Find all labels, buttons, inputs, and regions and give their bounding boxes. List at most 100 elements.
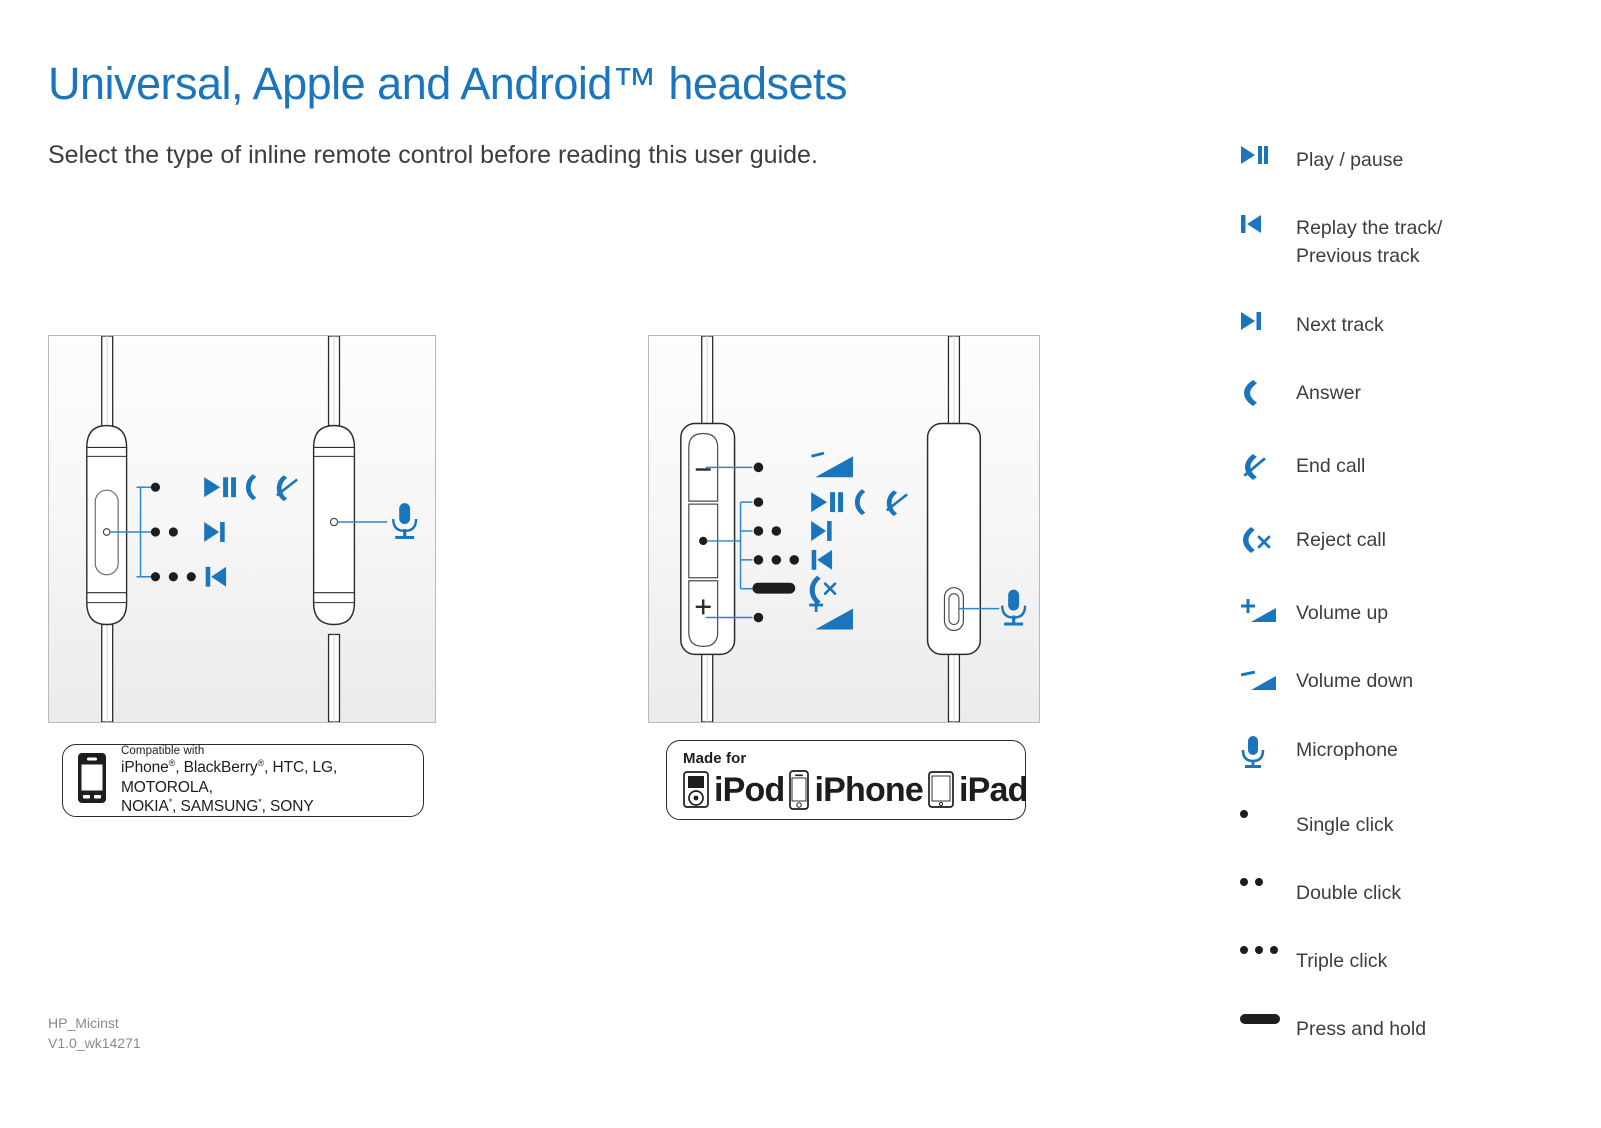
apple-gesture-markers — [752, 462, 800, 623]
previous-track-icon — [1240, 213, 1296, 235]
answer-call-icon — [1240, 378, 1296, 408]
legend-label: Double click — [1296, 882, 1402, 904]
made-for-kicker: Made for — [683, 750, 747, 768]
triple-click-icon — [1240, 946, 1296, 954]
compatibility-text: Compatible with iPhone®, BlackBerry®, HT… — [121, 744, 409, 817]
microphone-icon — [1000, 589, 1027, 626]
made-for-text: Made for iPod iPhone iPad — [683, 750, 1028, 810]
universal-mic-module — [312, 424, 356, 626]
universal-remote-diagram — [48, 335, 436, 723]
legend-item-answer: Answer — [1240, 378, 1361, 408]
end-call-icon — [885, 490, 908, 517]
legend-item-next-track: Next track — [1240, 310, 1384, 339]
press-and-hold-icon — [1240, 1014, 1296, 1024]
legend-item-volume-up: Volume up — [1240, 598, 1388, 627]
compat-brand-sony: , SONY — [261, 798, 314, 816]
legend-item-triple-click: Triple click — [1240, 946, 1387, 975]
answer-call-icon — [854, 489, 866, 516]
legend-label: Answer — [1296, 382, 1362, 404]
apple-control-module — [680, 422, 736, 656]
page-subtitle: Select the type of inline remote control… — [48, 141, 818, 169]
legend-label: Next track — [1296, 314, 1384, 336]
made-for-device-row: iPod iPhone iPad — [683, 770, 1028, 810]
universal-remote-illustration — [86, 336, 418, 722]
single-click-icon — [1240, 810, 1296, 818]
single-click-icon — [753, 462, 764, 473]
legend-item-previous-track: Replay the track/ Previous track — [1240, 213, 1442, 271]
legend-label: Reject call — [1296, 529, 1386, 551]
volume-up-icon — [1240, 598, 1296, 626]
legend-label: Volume up — [1296, 602, 1389, 624]
apple-mic-module — [926, 422, 982, 656]
microphone-icon — [1240, 735, 1296, 769]
document-footer: HP_Micinst V1.0_wk14271 — [48, 1015, 141, 1052]
compatibility-line-1: iPhone®, BlackBerry®, HTC, LG, MOTOROLA, — [121, 758, 409, 797]
play-pause-icon — [811, 492, 844, 513]
reject-call-icon — [809, 575, 837, 605]
legend-label: End call — [1296, 455, 1366, 477]
previous-track-icon — [811, 549, 833, 570]
volume-down-icon — [811, 451, 853, 478]
made-for-apple-badge: Made for iPod iPhone iPad — [666, 740, 1028, 820]
press-and-hold-icon — [752, 582, 796, 594]
apple-action-icons — [809, 451, 908, 630]
universal-mic-hole — [329, 517, 339, 527]
double-click-icon — [1240, 878, 1296, 886]
legend-item-microphone: Microphone — [1240, 735, 1398, 769]
compatibility-badge: Compatible with iPhone®, BlackBerry®, HT… — [62, 744, 424, 817]
next-track-icon — [1240, 310, 1296, 332]
play-pause-icon — [1240, 145, 1296, 165]
apple-center-anchor — [699, 536, 708, 546]
microphone-icon — [392, 503, 418, 539]
universal-row1-icons — [204, 474, 298, 502]
next-track-icon — [811, 521, 832, 541]
legend-item-play-pause: Play / pause — [1240, 145, 1403, 174]
compat-brand-iphone: iPhone — [121, 759, 169, 777]
previous-track-icon — [205, 566, 227, 587]
minus-glyph — [695, 468, 711, 471]
click-dot — [1270, 946, 1278, 954]
legend-label: Triple click — [1296, 950, 1388, 972]
click-dot — [1255, 878, 1263, 886]
click-dot — [1240, 878, 1248, 886]
ipod-label: iPod — [714, 770, 785, 809]
ipod-icon — [683, 771, 709, 809]
reject-call-icon — [1240, 525, 1296, 555]
click-dot — [1240, 810, 1248, 818]
compat-brand-nokia: NOKIA — [121, 798, 169, 816]
iphone-icon — [789, 770, 810, 810]
single-click-icon — [753, 497, 764, 507]
page-root: Universal, Apple and Android™ headsets S… — [0, 0, 1601, 1128]
compat-brand-samsung: , SAMSUNG — [172, 798, 259, 816]
answer-call-icon — [245, 474, 257, 501]
hold-bar — [1240, 1014, 1280, 1024]
legend-label: Volume down — [1296, 670, 1414, 692]
apple-remote-diagram — [648, 335, 1040, 723]
legend-label: Replay the track/ Previous track — [1296, 217, 1443, 268]
volume-down-icon — [1240, 666, 1296, 694]
legend-item-press-and-hold: Press and hold — [1240, 1014, 1426, 1043]
apple-mic-port-inner — [948, 593, 960, 626]
mobile-phone-icon — [77, 752, 107, 809]
legend-label: Press and hold — [1296, 1018, 1427, 1040]
legend-item-volume-down: Volume down — [1240, 666, 1413, 695]
compatibility-line-2: NOKIA*, SAMSUNG*, SONY — [121, 797, 409, 817]
volume-up-icon — [809, 598, 853, 630]
page-title: Universal, Apple and Android™ headsets — [48, 58, 848, 109]
legend-label: Play / pause — [1296, 149, 1404, 171]
single-click-icon — [753, 612, 764, 623]
click-dot — [1255, 946, 1263, 954]
compatibility-kicker: Compatible with — [121, 745, 205, 758]
universal-gesture-dots — [150, 482, 196, 582]
compat-brand-blackberry: , BlackBerry — [175, 759, 258, 777]
ipad-icon — [928, 771, 954, 809]
next-track-icon — [204, 522, 225, 542]
universal-button-anchor — [102, 528, 111, 536]
end-call-icon — [1240, 451, 1296, 483]
universal-control-module — [86, 424, 128, 626]
play-pause-icon — [204, 477, 237, 498]
iphone-label: iPhone — [814, 770, 924, 809]
click-dot — [1240, 946, 1248, 954]
legend-label: Microphone — [1296, 739, 1398, 761]
legend-item-reject-call: Reject call — [1240, 525, 1386, 555]
